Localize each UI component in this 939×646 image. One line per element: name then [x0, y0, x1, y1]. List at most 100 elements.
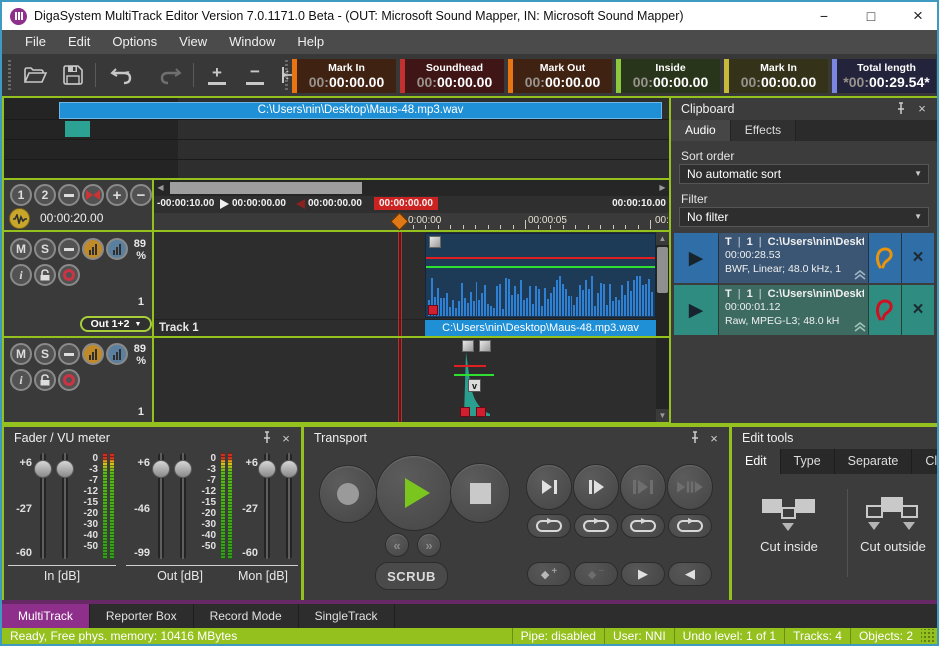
playhead-diamond-icon[interactable]: [390, 212, 408, 230]
pin-icon[interactable]: [895, 102, 909, 116]
resize-grip[interactable]: [921, 629, 935, 643]
expand-icon[interactable]: [854, 270, 866, 280]
clip2-volume-point[interactable]: v: [468, 379, 481, 392]
track2-mute-button[interactable]: M: [10, 343, 32, 365]
track1-mute-button[interactable]: M: [10, 238, 32, 260]
next-marker-button[interactable]: ▶: [621, 562, 665, 586]
tab-separate[interactable]: Separate: [835, 449, 913, 474]
scroll-down-icon[interactable]: ▼: [656, 409, 669, 422]
clipboard-item[interactable]: ▶ T|1|C:\Users\nin\Desktop\ 00:00:01.12 …: [674, 285, 934, 335]
track1-file-bar[interactable]: C:\Users\nin\Desktop\Maus-48.mp3.wav: [425, 320, 656, 336]
tab-record-mode[interactable]: Record Mode: [194, 604, 299, 628]
track1-vscrollbar[interactable]: ▲: [656, 232, 669, 336]
item1-delete-button[interactable]: ×: [901, 233, 934, 283]
undo-icon[interactable]: [102, 59, 144, 91]
play-to-mark-button[interactable]: [526, 464, 572, 510]
track2-content[interactable]: v ▼: [154, 338, 669, 422]
track2-vscrollbar[interactable]: ▼: [656, 338, 669, 422]
scroll-thumb[interactable]: [170, 182, 362, 194]
scrub-button[interactable]: SCRUB: [375, 562, 448, 590]
clip2-fade-right[interactable]: [476, 407, 486, 417]
filter-select[interactable]: No filter▼: [679, 207, 929, 227]
item1-prelisten-ear-icon[interactable]: [868, 233, 901, 283]
add-marker-button[interactable]: ◆+: [527, 562, 571, 586]
track1-content[interactable]: Track 1 C:\Users\nin\Desktop\Maus-48.mp3…: [154, 232, 669, 336]
track2-lock-icon[interactable]: [34, 369, 56, 391]
menu-view[interactable]: View: [168, 30, 218, 54]
track2-meter-mode2-button[interactable]: [106, 343, 128, 365]
maximize-button[interactable]: □: [854, 2, 888, 30]
track1-output-select[interactable]: Out 1+2▼: [80, 316, 152, 332]
item2-prelisten-ear-icon[interactable]: [868, 285, 901, 335]
fader-knob[interactable]: [258, 460, 276, 478]
record-button[interactable]: [319, 465, 377, 523]
overview-file-bar[interactable]: C:\Users\nin\Desktop\Maus-48.mp3.wav: [59, 102, 662, 119]
track1-vscroll-thumb[interactable]: [657, 247, 668, 293]
zoom-in-icon[interactable]: +: [202, 60, 232, 92]
clip-fade-handle[interactable]: [428, 305, 438, 315]
track2-minimize-button[interactable]: [58, 343, 80, 365]
minimize-button[interactable]: −: [807, 2, 841, 30]
track2-info-button[interactable]: i: [10, 369, 32, 391]
play-from-mark-button[interactable]: [573, 464, 619, 510]
loop-button[interactable]: [574, 514, 618, 538]
marker-row[interactable]: -00:00:10.00 00:00:00.00 00:00:00.00 00:…: [154, 196, 669, 213]
menu-help[interactable]: Help: [286, 30, 335, 54]
loop-button[interactable]: [668, 514, 712, 538]
expand-icon[interactable]: [854, 322, 866, 332]
play-selection-button[interactable]: [620, 464, 666, 510]
menu-window[interactable]: Window: [218, 30, 286, 54]
fader-knob[interactable]: [280, 460, 298, 478]
menu-options[interactable]: Options: [101, 30, 168, 54]
tab-reporter-box[interactable]: Reporter Box: [90, 604, 194, 628]
close-button[interactable]: ×: [901, 2, 935, 30]
menu-file[interactable]: File: [14, 30, 57, 54]
overview-panel[interactable]: C:\Users\nin\Desktop\Maus-48.mp3.wav: [4, 98, 669, 178]
close-panel-icon[interactable]: ×: [915, 102, 929, 116]
clipboard-item[interactable]: ▶ T|1|C:\Users\nin\Desktop\ 00:00:28.53 …: [674, 233, 934, 283]
item1-body[interactable]: T|1|C:\Users\nin\Desktop\ 00:00:28.53 BW…: [718, 233, 868, 283]
tab-singletrack[interactable]: SingleTrack: [299, 604, 395, 628]
item2-body[interactable]: T|1|C:\Users\nin\Desktop\ 00:00:01.12 Ra…: [718, 285, 868, 335]
item2-delete-button[interactable]: ×: [901, 285, 934, 335]
tab-effects[interactable]: Effects: [731, 120, 796, 141]
track1-lock-icon[interactable]: [34, 264, 56, 286]
fader-knob[interactable]: [34, 460, 52, 478]
close-panel-icon[interactable]: ×: [707, 431, 721, 445]
redo-icon[interactable]: [148, 59, 190, 91]
forward-button[interactable]: »: [417, 533, 441, 557]
play-button[interactable]: [376, 455, 452, 531]
track1-meter-mode2-button[interactable]: [106, 238, 128, 260]
clip2-handle-right[interactable]: [479, 340, 491, 352]
scroll-right-icon[interactable]: ▶: [656, 180, 669, 196]
pin-icon[interactable]: [261, 431, 275, 445]
loop-button[interactable]: [621, 514, 665, 538]
save-icon[interactable]: [56, 59, 90, 91]
zoom-preset-1-button[interactable]: 1: [10, 184, 32, 206]
track1-audio-clip[interactable]: [425, 233, 656, 318]
toolbar-grip[interactable]: [8, 60, 11, 90]
clip2-handle-left[interactable]: [462, 340, 474, 352]
zoom-preset-2-button[interactable]: 2: [34, 184, 56, 206]
track1-solo-button[interactable]: S: [34, 238, 56, 260]
tab-clip[interactable]: Clip & I: [912, 449, 939, 474]
track1-record-button[interactable]: [58, 264, 80, 286]
track1-meter-mode-button[interactable]: [82, 238, 104, 260]
item2-play-button[interactable]: ▶: [674, 285, 718, 335]
track1-minimize-button[interactable]: [58, 238, 80, 260]
item1-play-button[interactable]: ▶: [674, 233, 718, 283]
remove-marker-button[interactable]: ◆−: [574, 562, 618, 586]
track2-meter-mode-button[interactable]: [82, 343, 104, 365]
loop-button[interactable]: [527, 514, 571, 538]
tab-multitrack[interactable]: MultiTrack: [2, 604, 90, 628]
scroll-up-icon[interactable]: ▲: [656, 232, 669, 245]
zoom-minus-button[interactable]: [58, 184, 80, 206]
play-around-button[interactable]: [667, 464, 713, 510]
close-panel-icon[interactable]: ×: [279, 431, 293, 445]
pin-icon[interactable]: [689, 431, 703, 445]
timeline-scrollbar[interactable]: ◀ ▶: [154, 180, 669, 196]
zoom-in-circle-button[interactable]: +: [106, 184, 128, 206]
open-icon[interactable]: [18, 59, 52, 91]
time-ruler[interactable]: 0:00:00 00:00:05 00:: [154, 213, 669, 230]
scroll-left-icon[interactable]: ◀: [154, 180, 167, 196]
